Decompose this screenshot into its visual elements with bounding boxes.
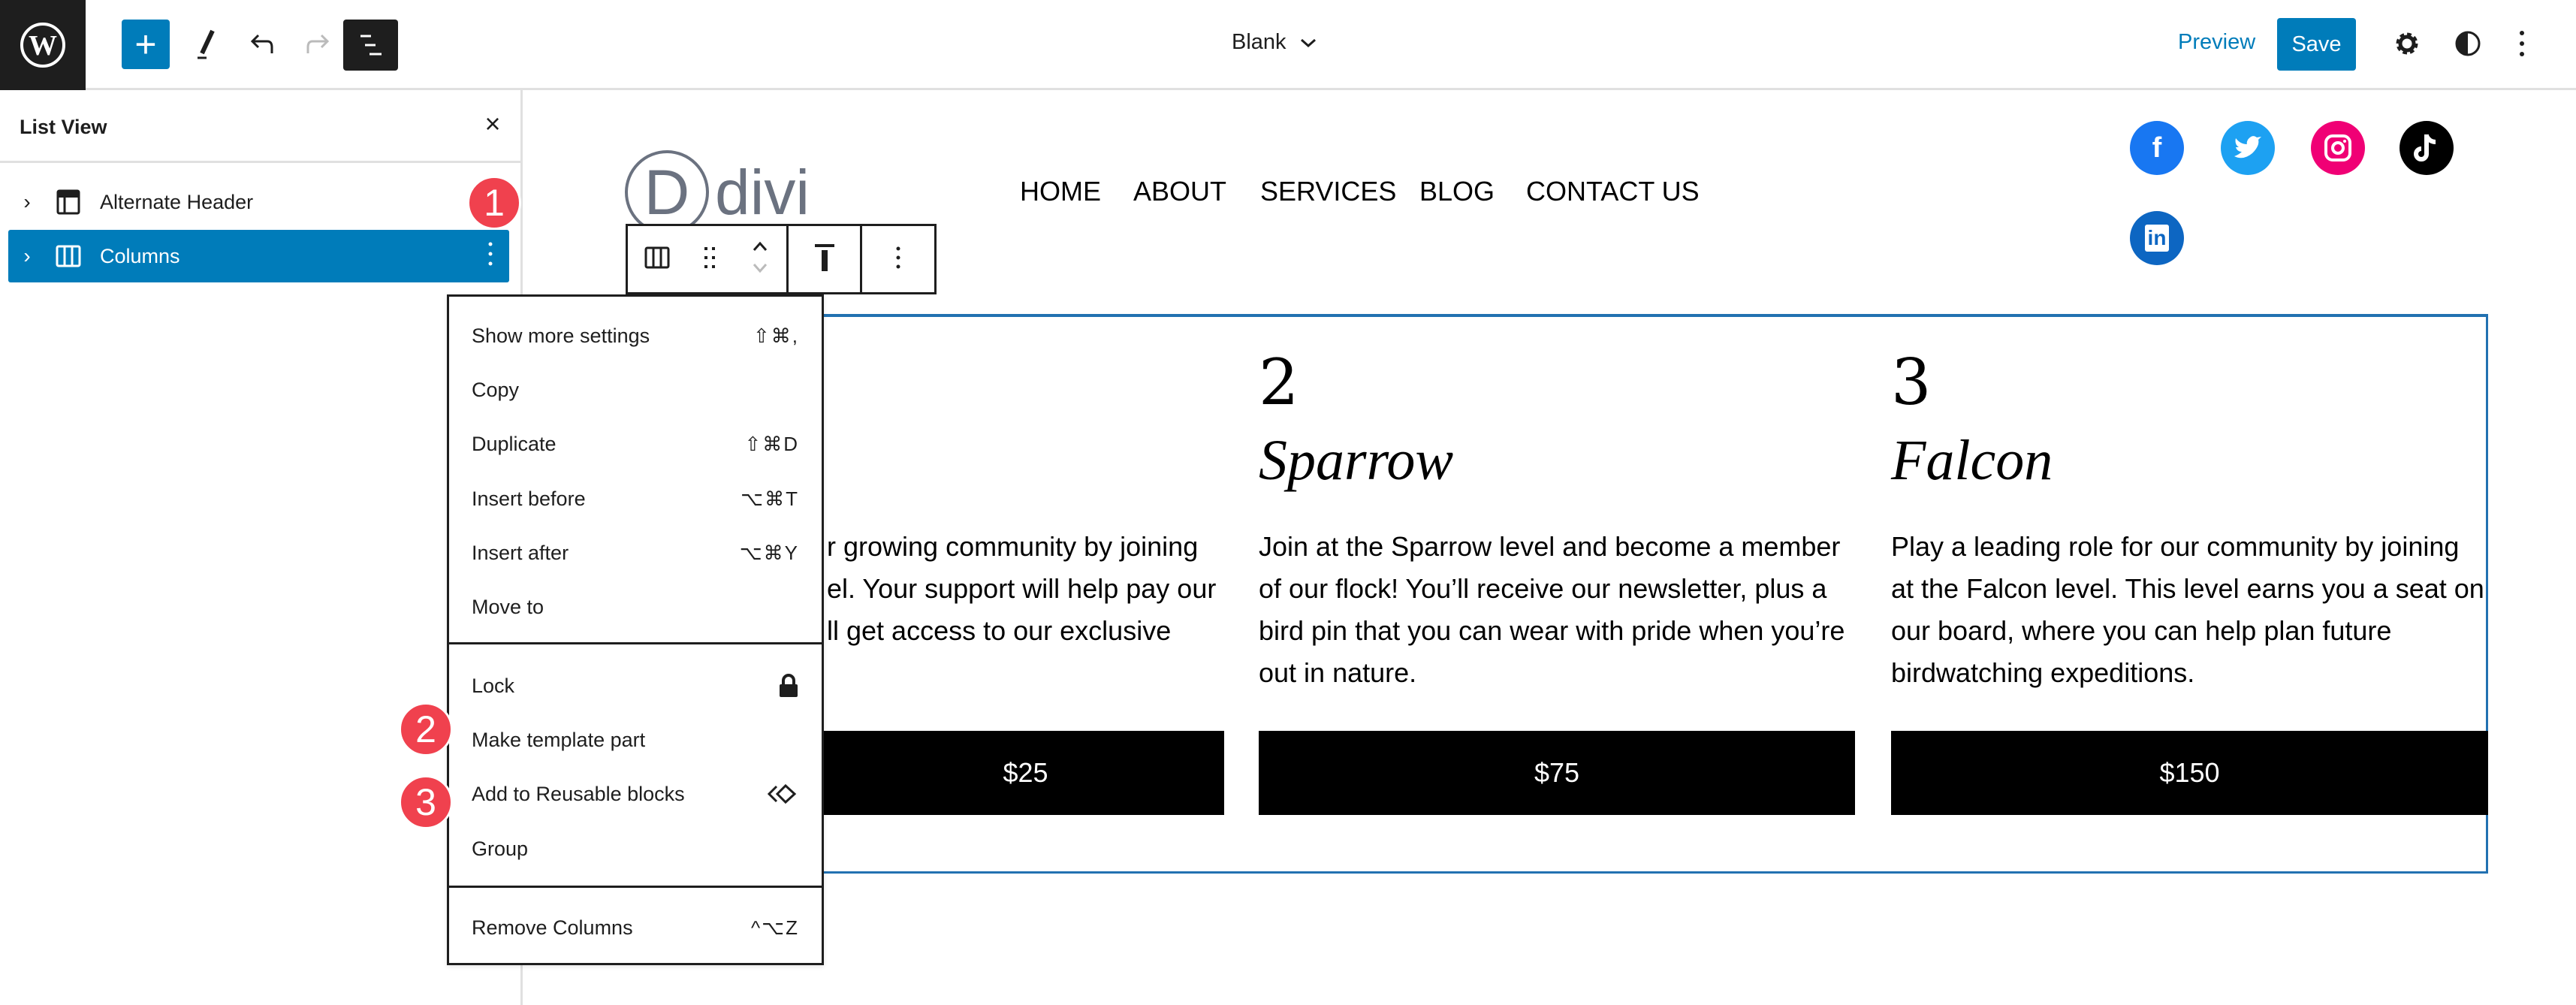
annotation-badge-2: 2 [399, 702, 453, 756]
column-body: Join at the Sparrow level and become a m… [1259, 531, 1845, 688]
nav-blog[interactable]: BLOG [1419, 176, 1495, 207]
column-number: 2 [1259, 346, 1299, 419]
block-options-menu: Show more settings ⇧⌘, Copy Duplicate ⇧⌘D … [447, 294, 824, 965]
chevron-right-icon[interactable]: › [8, 244, 46, 268]
contrast-icon [2455, 31, 2481, 56]
menu-item-add-to-reusable-blocks[interactable]: Add to Reusable blocks [472, 771, 799, 816]
plus-icon: + [134, 23, 157, 65]
column-title: Falcon [1891, 429, 2053, 492]
annotation-badge-1: 1 [467, 176, 521, 230]
more-vertical-icon[interactable] [472, 240, 509, 273]
svg-text:W: W [29, 30, 57, 62]
list-item-label: Columns [100, 244, 180, 267]
list-view-title: List View [20, 116, 107, 138]
columns-icon[interactable] [644, 246, 670, 273]
move-up-down-icon[interactable] [750, 239, 770, 280]
price-button-150[interactable]: $150 [1891, 731, 2488, 815]
add-block-button[interactable]: + [122, 20, 170, 69]
instagram-icon[interactable] [2311, 121, 2365, 175]
menu-item-move-to[interactable]: Move to [472, 584, 799, 629]
menu-item-group[interactable]: Group [472, 826, 799, 871]
annotation-badge-3: 3 [399, 775, 453, 829]
menu-item-insert-before[interactable]: Insert before ⌥⌘T [472, 476, 799, 521]
close-icon: × [484, 108, 501, 139]
columns-icon [46, 245, 91, 267]
price-button-75[interactable]: $75 [1259, 731, 1855, 815]
columns-block[interactable]: r growing community by joining el. Your s… [626, 314, 2488, 874]
menu-item-insert-after[interactable]: Insert after ⌥⌘Y [472, 530, 799, 575]
list-view-toggle[interactable] [343, 20, 398, 71]
nav-about[interactable]: ABOUT [1133, 176, 1226, 207]
list-view-header: List View × [0, 90, 520, 163]
list-item-alternate-header[interactable]: › Alternate Header [8, 176, 509, 228]
menu-item-duplicate[interactable]: Duplicate ⇧⌘D [472, 421, 799, 466]
menu-item-make-template-part[interactable]: Make template part [472, 717, 799, 762]
list-item-label: Alternate Header [100, 190, 254, 213]
document-title: Blank [1232, 30, 1286, 54]
list-view-panel: List View × › Alternate Header › Columns [0, 90, 523, 1005]
block-toolbar [626, 224, 937, 294]
site-logo[interactable]: D divi [625, 150, 810, 234]
facebook-icon[interactable]: f [2130, 121, 2184, 175]
twitter-icon[interactable] [2221, 121, 2275, 175]
reusable-block-icon [768, 783, 797, 804]
close-list-view-button[interactable]: × [478, 108, 508, 140]
menu-item-copy[interactable]: Copy [472, 367, 799, 412]
menu-item-show-more-settings[interactable]: Show more settings ⇧⌘, [472, 313, 799, 358]
save-button[interactable]: Save [2277, 18, 2356, 71]
column-title: Sparrow [1259, 429, 1454, 492]
options-button[interactable] [2513, 29, 2531, 62]
editor-top-bar: W + Blank Preview Save [0, 0, 2576, 90]
menu-divider [449, 886, 822, 888]
more-vertical-icon [2520, 31, 2524, 56]
menu-item-remove-columns[interactable]: Remove Columns ^⌥Z [472, 905, 799, 950]
block-toolbar-group [789, 226, 862, 292]
column-body: r growing community by joining el. Your s… [827, 531, 1217, 646]
menu-divider [449, 642, 822, 644]
pencil-icon [198, 29, 215, 59]
document-title-dropdown[interactable]: Blank [1232, 30, 1318, 55]
block-toolbar-group [628, 226, 789, 292]
drag-handle-icon[interactable] [703, 246, 716, 273]
list-view-icon [360, 35, 382, 56]
tools-button[interactable] [184, 20, 232, 69]
wordpress-logo-button[interactable]: W [0, 0, 86, 90]
chevron-right-icon[interactable]: › [8, 190, 46, 214]
chevron-down-icon [1300, 38, 1316, 47]
lock-icon [780, 674, 798, 697]
styles-button[interactable] [2453, 29, 2483, 62]
nav-contact-us[interactable]: CONTACT US [1526, 176, 1700, 207]
more-vertical-icon[interactable] [894, 245, 902, 274]
nav-home[interactable]: HOME [1020, 176, 1101, 207]
redo-button[interactable] [293, 20, 341, 69]
preview-button[interactable]: Preview [2178, 30, 2255, 55]
redo-icon [306, 34, 330, 53]
column-body: Play a leading role for our community by… [1891, 531, 2484, 688]
nav-services[interactable]: SERVICES [1260, 176, 1396, 207]
list-item-columns[interactable]: › Columns [8, 230, 509, 282]
linkedin-icon[interactable]: in [2130, 211, 2184, 265]
column-number: 3 [1891, 346, 1932, 419]
template-part-icon [46, 189, 91, 215]
undo-button[interactable] [239, 20, 287, 69]
gear-icon [2396, 32, 2418, 55]
align-top-icon[interactable] [813, 243, 836, 276]
undo-icon [250, 34, 273, 53]
menu-item-lock[interactable]: Lock [472, 663, 799, 708]
wordpress-icon: W [20, 23, 65, 68]
tiktok-icon[interactable] [2400, 121, 2454, 175]
block-toolbar-group [862, 226, 934, 292]
settings-button[interactable] [2392, 29, 2422, 62]
